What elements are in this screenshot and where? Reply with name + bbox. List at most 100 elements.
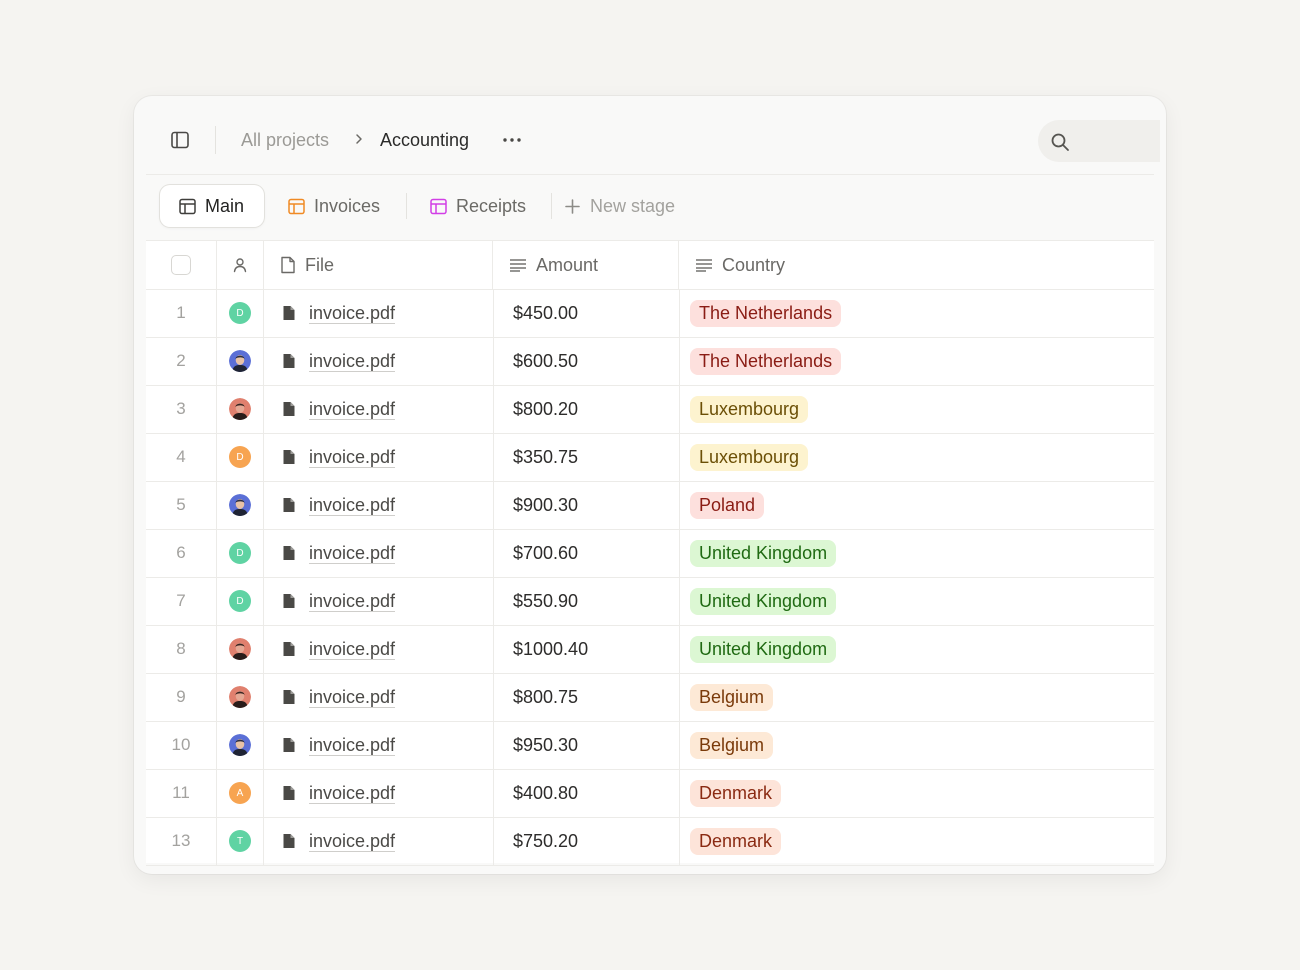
avatar[interactable]: T xyxy=(229,830,251,852)
row-number: 8 xyxy=(146,625,217,673)
file-link[interactable]: invoice.pdf xyxy=(309,495,396,516)
file-link[interactable]: invoice.pdf xyxy=(309,591,396,612)
avatar[interactable]: A xyxy=(229,782,251,804)
amount-cell: $750.20 xyxy=(494,817,680,865)
header-assignee-cell[interactable] xyxy=(217,241,264,289)
table-row[interactable]: 7 Dinvoice.pdf $550.90 United Kingdom xyxy=(146,577,1154,626)
file-cell: invoice.pdf xyxy=(264,673,494,721)
country-tag[interactable]: The Netherlands xyxy=(690,299,842,327)
amount-value: $900.30 xyxy=(513,494,579,515)
sidebar-toggle-icon[interactable] xyxy=(170,130,190,150)
country-tag[interactable]: Denmark xyxy=(690,827,782,855)
avatar[interactable] xyxy=(229,686,251,708)
avatar[interactable] xyxy=(229,638,251,660)
table-row[interactable]: 3 invoice.pdf $800.20 Luxembourg xyxy=(146,385,1154,434)
table-row[interactable]: 6 Dinvoice.pdf $700.60 United Kingdom xyxy=(146,529,1154,578)
tab-invoices[interactable]: Invoices xyxy=(288,185,380,227)
file-link[interactable]: invoice.pdf xyxy=(309,639,396,660)
table-row[interactable]: 11 Ainvoice.pdf $400.80 Denmark xyxy=(146,769,1154,818)
tab-main[interactable]: Main xyxy=(160,185,264,227)
country-tag[interactable]: Luxembourg xyxy=(690,395,809,423)
amount-cell: $950.30 xyxy=(494,721,680,769)
table-row[interactable]: 5 invoice.pdf $900.30 Poland xyxy=(146,481,1154,530)
country-tag[interactable]: Luxembourg xyxy=(690,443,809,471)
assignee-cell xyxy=(217,385,264,433)
country-cell: United Kingdom xyxy=(680,625,1154,673)
select-all-checkbox[interactable] xyxy=(171,255,191,275)
country-cell: United Kingdom xyxy=(680,529,1154,577)
country-cell: Denmark xyxy=(680,769,1154,817)
person-icon xyxy=(233,258,247,273)
file-link[interactable]: invoice.pdf xyxy=(309,687,396,708)
avatar-initial: D xyxy=(236,451,244,463)
avatar[interactable] xyxy=(229,734,251,756)
country-tag[interactable]: Poland xyxy=(690,491,765,519)
more-horizontal-icon[interactable] xyxy=(502,130,522,150)
file-link[interactable]: invoice.pdf xyxy=(309,543,396,564)
amount-cell: $600.50 xyxy=(494,337,680,385)
file-icon xyxy=(282,401,296,417)
chevron-right-icon xyxy=(353,132,365,144)
avatar-initial: A xyxy=(236,787,244,799)
avatar[interactable]: D xyxy=(229,542,251,564)
avatar[interactable]: D xyxy=(229,302,251,324)
country-tag[interactable]: United Kingdom xyxy=(690,635,837,663)
amount-cell: $350.75 xyxy=(494,433,680,481)
file-link[interactable]: invoice.pdf xyxy=(309,351,396,372)
row-number: 10 xyxy=(146,721,217,769)
breadcrumb-all-projects[interactable]: All projects xyxy=(241,130,329,151)
country-tag[interactable]: United Kingdom xyxy=(690,539,837,567)
data-table: File Amount Country 1 D invoice.pdf $450… xyxy=(146,240,1154,866)
amount-value: $600.50 xyxy=(513,350,579,371)
search-input[interactable] xyxy=(1038,120,1160,162)
table-row[interactable]: 4 Dinvoice.pdf $350.75 Luxembourg xyxy=(146,433,1154,482)
country-cell: United Kingdom xyxy=(680,577,1154,625)
table-row[interactable]: 2 invoice.pdf $600.50 The Netherlands xyxy=(146,337,1154,386)
new-stage-button[interactable]: New stage xyxy=(564,185,675,227)
table-row[interactable]: 9 invoice.pdf $800.75 Belgium xyxy=(146,673,1154,722)
tab-receipts[interactable]: Receipts xyxy=(430,185,526,227)
tab-label: New stage xyxy=(590,195,676,216)
amount-cell: $700.60 xyxy=(494,529,680,577)
avatar[interactable]: D xyxy=(229,590,251,612)
file-icon xyxy=(282,305,296,321)
header-file[interactable]: File xyxy=(264,241,493,289)
amount-value: $750.20 xyxy=(513,830,579,851)
avatar-initial: D xyxy=(236,595,244,607)
avatar[interactable] xyxy=(229,350,251,372)
country-tag[interactable]: Belgium xyxy=(690,683,774,711)
file-cell: invoice.pdf xyxy=(264,433,494,481)
header-amount[interactable]: Amount xyxy=(494,241,679,289)
table-row[interactable]: 10 invoice.pdf $950.30 Belgium xyxy=(146,721,1154,770)
country-cell: Poland xyxy=(680,481,1154,529)
avatar[interactable] xyxy=(229,494,251,516)
top-bar: All projects Accounting xyxy=(146,96,1160,175)
file-link[interactable]: invoice.pdf xyxy=(309,735,396,756)
file-link[interactable]: invoice.pdf xyxy=(309,303,396,324)
amount-value: $450.00 xyxy=(513,302,579,323)
file-link[interactable]: invoice.pdf xyxy=(309,831,396,852)
table-row[interactable]: 13 Tinvoice.pdf $750.20 Denmark xyxy=(146,817,1154,866)
row-number: 5 xyxy=(146,481,217,529)
file-cell: invoice.pdf xyxy=(264,337,494,385)
file-link[interactable]: invoice.pdf xyxy=(309,447,396,468)
file-icon xyxy=(282,545,296,561)
table-icon xyxy=(179,198,196,214)
tab-label: Main xyxy=(205,195,245,216)
file-link[interactable]: invoice.pdf xyxy=(309,783,396,804)
table-row[interactable]: 1 Dinvoice.pdf $450.00 The Netherlands xyxy=(146,289,1154,338)
text-lines-icon xyxy=(509,258,527,272)
country-tag[interactable]: United Kingdom xyxy=(690,587,837,615)
avatar[interactable]: D xyxy=(229,446,251,468)
header-select-cell xyxy=(146,241,217,289)
search-icon xyxy=(1051,133,1069,151)
file-link[interactable]: invoice.pdf xyxy=(309,399,396,420)
country-tag[interactable]: Denmark xyxy=(690,779,782,807)
header-country[interactable]: Country xyxy=(680,241,1154,289)
assignee-cell: T xyxy=(217,817,264,865)
avatar[interactable] xyxy=(229,398,251,420)
table-row[interactable]: 8 invoice.pdf $1000.40 United Kingdom xyxy=(146,625,1154,674)
country-tag[interactable]: Belgium xyxy=(690,731,774,759)
country-tag[interactable]: The Netherlands xyxy=(690,347,842,375)
amount-cell: $550.90 xyxy=(494,577,680,625)
